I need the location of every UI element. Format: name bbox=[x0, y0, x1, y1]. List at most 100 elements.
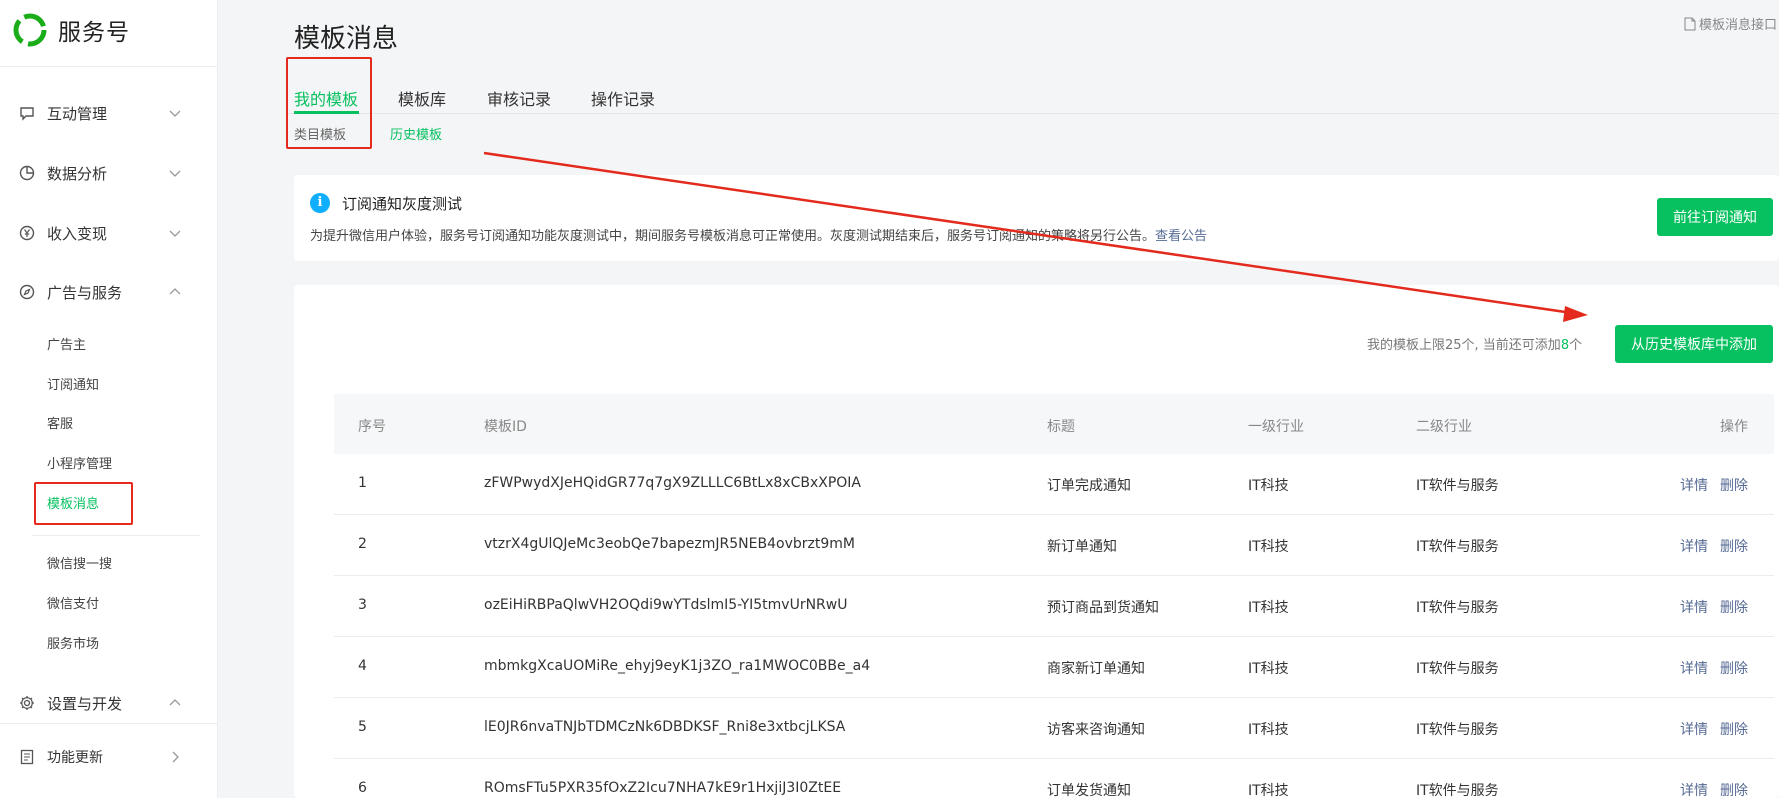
row-index: 1 bbox=[358, 475, 367, 491]
sidebar-item-subscription-notice[interactable]: 订阅通知 bbox=[47, 375, 99, 397]
industry-primary: IT科技 bbox=[1248, 661, 1289, 677]
sidebar-item-wechat-pay[interactable]: 微信支付 bbox=[47, 594, 99, 616]
sidebar-item-customer-service[interactable]: 客服 bbox=[47, 414, 73, 436]
nav-group-interaction[interactable]: 互动管理 bbox=[0, 95, 218, 131]
go-subscription-notice-button[interactable]: 前往订阅通知 bbox=[1657, 198, 1773, 236]
sidebar-item-service-market[interactable]: 服务市场 bbox=[47, 634, 99, 656]
nav-group-analytics[interactable]: 数据分析 bbox=[0, 155, 218, 191]
sidebar-item-advertiser[interactable]: 广告主 bbox=[47, 335, 86, 357]
industry-primary: IT科技 bbox=[1248, 478, 1289, 494]
industry-secondary: IT软件与服务 bbox=[1416, 478, 1499, 494]
tab-review-records[interactable]: 审核记录 bbox=[487, 86, 551, 110]
view-announcement-link[interactable]: 查看公告 bbox=[1155, 229, 1207, 244]
document-icon bbox=[1684, 17, 1696, 30]
template-title: 订单发货通知 bbox=[1047, 783, 1131, 798]
info-icon: i bbox=[310, 193, 330, 213]
nav-group-label: 设置与开发 bbox=[47, 694, 123, 713]
nav-group-feature-updates[interactable]: 功能更新 bbox=[0, 739, 218, 775]
template-title: 商家新订单通知 bbox=[1047, 661, 1145, 677]
page-title: 模板消息 bbox=[294, 24, 399, 54]
industry-secondary: IT软件与服务 bbox=[1416, 661, 1499, 677]
template-id: ROmsFTu5PXR35fOxZ2Icu7NHA7kE9r1HxjiJ3I0Z… bbox=[484, 780, 842, 796]
detail-link[interactable]: 详情 bbox=[1680, 475, 1708, 495]
nav-group-label: 数据分析 bbox=[47, 164, 108, 183]
template-id: ozEiHiRBPaQlwVH2OQdi9wYTdslmI5-YI5tmvUrN… bbox=[484, 597, 848, 613]
notice-card: i 订阅通知灰度测试 为提升微信用户体验，服务号订阅通知功能灰度测试中，期间服务… bbox=[294, 175, 1779, 261]
template-id: lE0JR6nvaTNJbTDMCzNk6DBDKSF_Rni8e3xtbcjL… bbox=[484, 719, 846, 735]
column-header-industry-1: 一级行业 bbox=[1248, 419, 1304, 435]
tabs-divider bbox=[286, 113, 1779, 114]
sidebar-item-template-message[interactable]: 模板消息 bbox=[47, 494, 99, 516]
row-divider bbox=[334, 758, 1774, 759]
service-account-logo-icon bbox=[13, 13, 47, 47]
tab-template-library[interactable]: 模板库 bbox=[398, 86, 446, 110]
divider bbox=[0, 723, 218, 724]
delete-link[interactable]: 删除 bbox=[1720, 658, 1748, 678]
detail-link[interactable]: 详情 bbox=[1680, 780, 1708, 798]
detail-link[interactable]: 详情 bbox=[1680, 719, 1708, 739]
notebook-icon bbox=[20, 749, 34, 765]
column-header-index: 序号 bbox=[358, 419, 386, 435]
industry-secondary: IT软件与服务 bbox=[1416, 539, 1499, 555]
column-header-template-id: 模板ID bbox=[484, 419, 527, 435]
add-from-history-button[interactable]: 从历史模板库中添加 bbox=[1615, 325, 1773, 363]
delete-link[interactable]: 删除 bbox=[1720, 780, 1748, 798]
delete-link[interactable]: 删除 bbox=[1720, 536, 1748, 556]
pie-chart-icon bbox=[19, 165, 35, 181]
industry-primary: IT科技 bbox=[1248, 783, 1289, 798]
detail-link[interactable]: 详情 bbox=[1680, 597, 1708, 617]
sidebar: 服务号 互动管理 数据分析 收入变现 广告与服务 广告主 订阅通知 客服 小程序… bbox=[0, 0, 218, 798]
divider bbox=[0, 66, 217, 67]
gear-icon bbox=[20, 696, 34, 710]
industry-primary: IT科技 bbox=[1248, 600, 1289, 616]
delete-link[interactable]: 删除 bbox=[1720, 597, 1748, 617]
industry-primary: IT科技 bbox=[1248, 539, 1289, 555]
template-limit-text: 我的模板上限25个, 当前还可添加8个 bbox=[1367, 334, 1582, 353]
template-title: 预订商品到货通知 bbox=[1047, 600, 1159, 616]
template-title: 新订单通知 bbox=[1047, 539, 1117, 555]
nav-group-label: 功能更新 bbox=[47, 750, 103, 766]
row-divider bbox=[334, 514, 1774, 515]
detail-link[interactable]: 详情 bbox=[1680, 658, 1708, 678]
chevron-right-icon bbox=[172, 751, 179, 763]
row-index: 2 bbox=[358, 536, 367, 552]
template-id: zFWPwydXJeHQidGR77q7gX9ZLLLC6BtLx8xCBxXP… bbox=[484, 475, 862, 491]
delete-link[interactable]: 删除 bbox=[1720, 475, 1748, 495]
industry-secondary: IT软件与服务 bbox=[1416, 722, 1499, 738]
column-header-industry-2: 二级行业 bbox=[1416, 419, 1472, 435]
tab-my-templates[interactable]: 我的模板 bbox=[294, 86, 358, 110]
row-divider bbox=[334, 697, 1774, 698]
row-divider bbox=[334, 636, 1774, 637]
chevron-down-icon bbox=[169, 230, 181, 237]
template-title: 订单完成通知 bbox=[1047, 478, 1131, 494]
industry-secondary: IT软件与服务 bbox=[1416, 783, 1499, 798]
notice-description: 为提升微信用户体验，服务号订阅通知功能灰度测试中，期间服务号模板消息可正常使用。… bbox=[310, 225, 1207, 244]
yen-coin-icon bbox=[19, 225, 35, 241]
detail-link[interactable]: 详情 bbox=[1680, 536, 1708, 556]
chevron-up-icon bbox=[169, 288, 181, 295]
sidebar-item-miniprogram[interactable]: 小程序管理 bbox=[47, 454, 112, 476]
subtab-category-templates[interactable]: 类目模板 bbox=[294, 124, 346, 143]
chevron-up-icon bbox=[169, 699, 181, 706]
industry-primary: IT科技 bbox=[1248, 722, 1289, 738]
active-tab-indicator bbox=[294, 111, 359, 114]
nav-group-label: 收入变现 bbox=[47, 224, 108, 243]
doc-link-label: 模板消息接口 bbox=[1699, 18, 1778, 33]
nav-group-label: 互动管理 bbox=[47, 104, 108, 123]
subtab-history-templates[interactable]: 历史模板 bbox=[390, 124, 442, 143]
nav-group-label: 广告与服务 bbox=[47, 283, 123, 302]
nav-group-ads-services[interactable]: 广告与服务 bbox=[0, 274, 218, 310]
brand[interactable]: 服务号 bbox=[12, 10, 130, 50]
row-index: 4 bbox=[358, 658, 367, 674]
nav-group-settings-dev[interactable]: 设置与开发 bbox=[0, 685, 218, 721]
tab-operation-records[interactable]: 操作记录 bbox=[591, 86, 655, 110]
template-id: mbmkgXcaUOMiRe_ehyj9eyK1j3ZO_ra1MWOC0BBe… bbox=[484, 658, 871, 674]
limit-prefix: 我的模板上限25个, 当前还可添加 bbox=[1367, 338, 1561, 353]
template-title: 访客来咨询通知 bbox=[1047, 722, 1145, 738]
delete-link[interactable]: 删除 bbox=[1720, 719, 1748, 739]
sidebar-item-wechat-search[interactable]: 微信搜一搜 bbox=[47, 554, 112, 576]
doc-link[interactable]: 模板消息接口 bbox=[1684, 14, 1777, 33]
industry-secondary: IT软件与服务 bbox=[1416, 600, 1499, 616]
nav-group-monetization[interactable]: 收入变现 bbox=[0, 215, 218, 251]
chevron-down-icon bbox=[169, 170, 181, 177]
